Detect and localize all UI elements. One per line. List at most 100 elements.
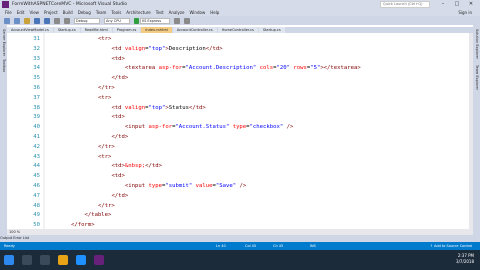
code-line: <input type="submit" value="Save" /> <box>124 183 247 189</box>
code-editor[interactable]: 31 32 33 34 35 36 37 38 39 40 41 42 43 4… <box>7 33 473 229</box>
open-folder-icon[interactable] <box>24 17 30 24</box>
menu-help[interactable]: Help <box>210 10 219 15</box>
line-number: 41 <box>33 134 40 140</box>
minimize-button[interactable]: – <box>436 0 450 9</box>
menu-bar: File Edit View Project Build Debug Team … <box>0 9 480 16</box>
server-explorer-tab[interactable]: Server Explorer <box>2 29 6 56</box>
window-title: FormWithASPNETCoreMVC - Microsoft Visual… <box>12 2 128 7</box>
run-target-select[interactable]: IIS Express <box>140 17 170 24</box>
configuration-select[interactable]: Debug <box>74 17 100 24</box>
status-bar: Ready Ln 40 Col 45 Ch 45 INS ↑ Add to So… <box>0 242 480 250</box>
editor-margin <box>43 33 45 229</box>
vertical-scrollbar[interactable] <box>469 33 473 229</box>
menu-project[interactable]: Project <box>44 10 58 15</box>
quick-launch-input[interactable]: Quick Launch (Ctrl+Q) <box>380 1 430 8</box>
code-line: </form> <box>71 222 95 229</box>
line-number: 45 <box>33 173 40 180</box>
code-line: <tr> <box>97 153 112 160</box>
forward-icon[interactable] <box>14 17 20 24</box>
line-number: 48 <box>33 202 40 209</box>
code-line: </td> <box>111 134 129 140</box>
search-icon[interactable] <box>22 255 32 265</box>
menu-test[interactable]: Test <box>156 10 164 15</box>
line-number: 38 <box>33 104 40 111</box>
menu-architecture[interactable]: Architecture <box>126 10 151 15</box>
edge-browser-icon[interactable] <box>76 255 86 265</box>
code-line: <td> <box>111 55 125 62</box>
menu-build[interactable]: Build <box>63 10 73 15</box>
code-line: <tr> <box>97 36 112 42</box>
code-line: </tr> <box>97 143 115 150</box>
file-explorer-icon[interactable] <box>58 255 68 265</box>
line-number: 36 <box>33 85 40 91</box>
sign-in-link[interactable]: Sign in <box>458 10 472 15</box>
line-number: 42 <box>33 143 40 150</box>
line-number: 39 <box>33 114 40 121</box>
code-line: <td> <box>111 173 125 180</box>
platform-select[interactable]: Any CPU <box>104 17 130 24</box>
code-line: </tr> <box>97 202 115 209</box>
system-clock: 2:37 PM 3/7/2018 <box>456 253 474 265</box>
close-button[interactable]: ✕ <box>464 0 478 9</box>
line-number: 31 <box>33 36 40 42</box>
status-line: Ln 40 <box>216 244 226 248</box>
code-line: </table> <box>84 212 112 219</box>
left-tool-rail: Server Explorer Toolbox <box>0 25 7 245</box>
menu-file[interactable]: File <box>5 10 12 15</box>
toolbar: Debug Any CPU IIS Express <box>0 16 480 25</box>
save-icon[interactable] <box>34 17 40 24</box>
visual-studio-taskbar-icon[interactable] <box>94 255 104 265</box>
windows-start-icon[interactable] <box>4 255 14 265</box>
code-line: <td>&nbsp;</td> <box>111 163 162 170</box>
line-number: 46 <box>33 183 40 189</box>
menu-view[interactable]: View <box>29 10 39 15</box>
refresh-icon[interactable] <box>184 17 190 24</box>
taskbar: 2:37 PM 3/7/2018 <box>0 250 480 270</box>
solution-explorer-tab[interactable]: Solution Explorer <box>475 29 479 59</box>
line-number: 40 <box>33 124 40 131</box>
line-number: 50 <box>33 222 40 229</box>
browser-icon[interactable] <box>174 17 180 24</box>
output-error-list-tabs[interactable]: Output Error List <box>0 235 480 242</box>
toolbox-tab[interactable]: Toolbox <box>2 59 6 72</box>
line-number: 49 <box>33 212 40 219</box>
line-number: 44 <box>33 163 40 170</box>
line-number: 37 <box>33 94 40 101</box>
line-number: 34 <box>33 65 40 72</box>
right-tool-rail: Solution Explorer Team Explorer <box>473 25 480 245</box>
add-to-source-control-button[interactable]: ↑ Add to Source Control <box>430 242 472 250</box>
undo-icon[interactable] <box>54 17 60 24</box>
redo-icon[interactable] <box>64 17 70 24</box>
task-view-icon[interactable] <box>40 255 50 265</box>
status-column: Col 45 <box>245 244 257 248</box>
menu-team[interactable]: Team <box>96 10 107 15</box>
menu-analyze[interactable]: Analyze <box>169 10 185 15</box>
code-line: <td valign="top">Description</td> <box>111 45 223 52</box>
title-bar: FormWithASPNETCoreMVC - Microsoft Visual… <box>0 0 480 9</box>
start-debug-icon[interactable] <box>134 17 139 24</box>
menu-edit[interactable]: Edit <box>17 10 25 15</box>
team-explorer-tab[interactable]: Team Explorer <box>475 65 479 90</box>
menu-window[interactable]: Window <box>189 10 205 15</box>
menu-debug[interactable]: Debug <box>78 10 91 15</box>
status-ready: Ready <box>4 244 15 248</box>
line-number: 43 <box>33 153 40 160</box>
code-line: </td> <box>111 192 129 199</box>
line-number: 32 <box>33 45 40 52</box>
code-line: </td> <box>111 75 129 82</box>
code-line: <textarea asp-for="Account.Description" … <box>124 65 361 72</box>
code-line: <td valign="top">Status</td> <box>111 104 206 111</box>
code-line: <td> <box>111 114 125 121</box>
status-insert-mode: INS <box>310 244 316 248</box>
code-line: <input asp-for="Account.Status" type="ch… <box>124 124 294 131</box>
save-all-icon[interactable] <box>44 17 50 24</box>
code-line: <tr> <box>97 94 112 101</box>
menu-tools[interactable]: Tools <box>111 10 121 15</box>
clock-date: 3/7/2018 <box>456 259 474 264</box>
back-icon[interactable] <box>4 17 10 24</box>
line-number: 35 <box>33 75 40 82</box>
visual-studio-logo-icon <box>2 1 9 8</box>
code-line: </tr> <box>97 85 115 91</box>
maximize-button[interactable]: □ <box>450 0 464 9</box>
status-char: Ch 45 <box>273 244 284 248</box>
